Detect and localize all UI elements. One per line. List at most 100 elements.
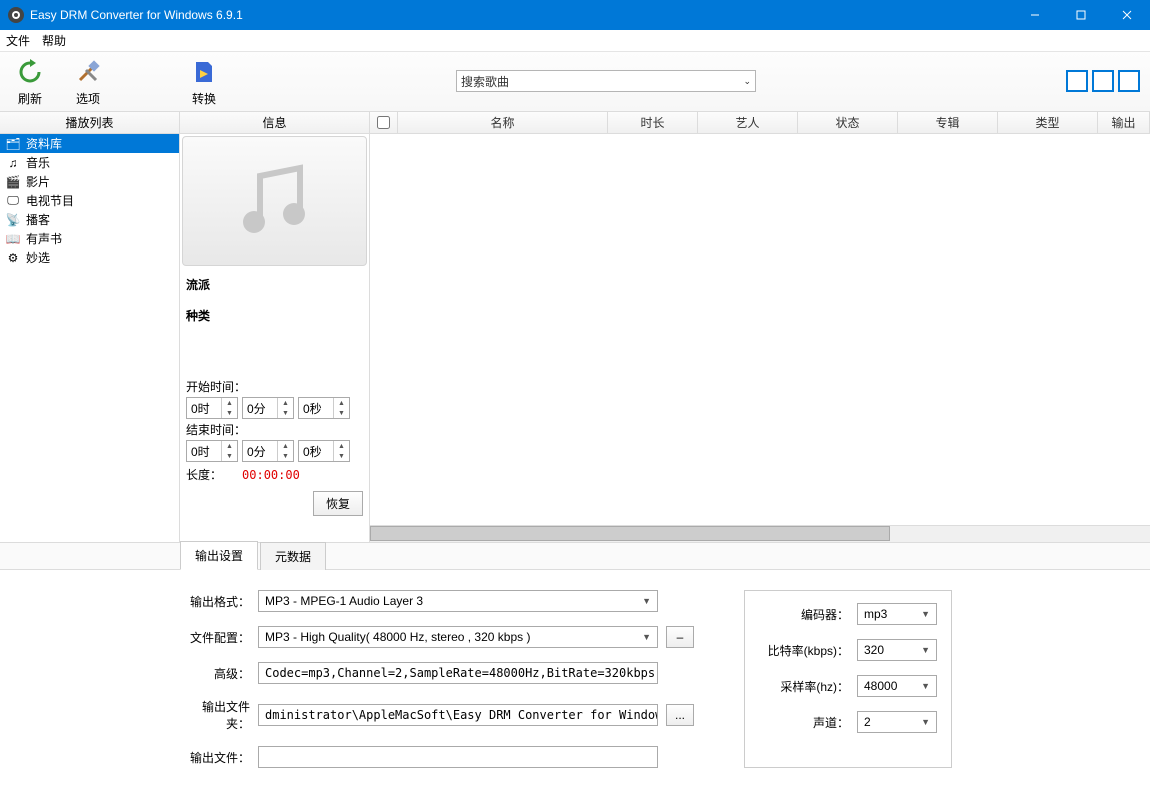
info-panel: 信息 流派 种类 开始时间： ▲▼ ▲▼ ▲▼ 结束时间： ▲▼ ▲▼ ▲▼ 长… xyxy=(180,112,370,542)
advanced-field[interactable]: Codec=mp3,Channel=2,SampleRate=48000Hz,B… xyxy=(258,662,658,684)
tab-metadata[interactable]: 元数据 xyxy=(260,542,326,570)
sidebar-item-tv[interactable]: 🖵电视节目 xyxy=(0,191,179,210)
sidebar-item-library[interactable]: 🗂资料库 xyxy=(0,134,179,153)
end-sec-spinner[interactable]: ▲▼ xyxy=(298,440,350,462)
film-icon: 🎬 xyxy=(6,175,20,189)
search-combo[interactable]: 搜索歌曲 ⌄ xyxy=(456,70,756,92)
sidebar-item-movies[interactable]: 🎬影片 xyxy=(0,172,179,191)
end-min-spinner[interactable]: ▲▼ xyxy=(242,440,294,462)
genre-label: 流派 xyxy=(186,276,363,293)
chevron-down-icon: ▼ xyxy=(642,596,651,606)
view-mode-3[interactable] xyxy=(1118,70,1140,92)
start-sec-spinner[interactable]: ▲▼ xyxy=(298,397,350,419)
start-hour-spinner[interactable]: ▲▼ xyxy=(186,397,238,419)
convert-button[interactable]: 转换 xyxy=(184,56,224,107)
maximize-button[interactable] xyxy=(1058,0,1104,30)
profile-label: 文件配置： xyxy=(180,629,250,646)
advanced-label: 高级： xyxy=(180,665,250,682)
view-mode-1[interactable] xyxy=(1066,70,1088,92)
music-icon: ♫ xyxy=(6,156,20,170)
title-bar: Easy DRM Converter for Windows 6.9.1 xyxy=(0,0,1150,30)
channels-label: 声道： xyxy=(759,714,849,731)
table-body xyxy=(370,134,1150,525)
chevron-down-icon: ⌄ xyxy=(743,76,751,87)
sidebar-item-audiobook[interactable]: 📖有声书 xyxy=(0,229,179,248)
file-table: 名称 时长 艺人 状态 专辑 类型 输出 xyxy=(370,112,1150,542)
options-label: 选项 xyxy=(76,90,100,107)
gear-icon: ⚙ xyxy=(6,251,20,265)
bitrate-label: 比特率(kbps)： xyxy=(759,642,849,659)
podcast-icon: 📡 xyxy=(6,213,20,227)
restore-button[interactable]: 恢复 xyxy=(313,491,363,516)
select-all-checkbox[interactable] xyxy=(377,116,390,129)
start-time-label: 开始时间： xyxy=(186,378,363,395)
refresh-label: 刷新 xyxy=(18,90,42,107)
col-checkbox[interactable] xyxy=(370,112,398,133)
channels-combo[interactable]: 2▼ xyxy=(857,711,937,733)
sidebar-item-podcast[interactable]: 📡播客 xyxy=(0,210,179,229)
col-duration[interactable]: 时长 xyxy=(608,112,698,133)
chevron-down-icon: ▼ xyxy=(921,681,930,691)
file-field[interactable] xyxy=(258,746,658,768)
menu-help[interactable]: 帮助 xyxy=(42,32,66,49)
app-icon xyxy=(8,7,24,23)
search-placeholder: 搜索歌曲 xyxy=(461,73,509,90)
sidebar-item-music[interactable]: ♫音乐 xyxy=(0,153,179,172)
minimize-button[interactable] xyxy=(1012,0,1058,30)
end-time-label: 结束时间： xyxy=(186,421,363,438)
library-icon: 🗂 xyxy=(6,137,20,151)
col-type[interactable]: 类型 xyxy=(998,112,1098,133)
end-hour-spinner[interactable]: ▲▼ xyxy=(186,440,238,462)
chevron-down-icon: ▼ xyxy=(921,609,930,619)
kind-label: 种类 xyxy=(186,307,363,324)
samplerate-label: 采样率(hz)： xyxy=(759,678,849,695)
tab-output-settings[interactable]: 输出设置 xyxy=(180,541,258,570)
col-status[interactable]: 状态 xyxy=(798,112,898,133)
close-button[interactable] xyxy=(1104,0,1150,30)
encoder-label: 编码器： xyxy=(759,606,849,623)
sidebar-item-genius[interactable]: ⚙妙选 xyxy=(0,248,179,267)
col-name[interactable]: 名称 xyxy=(398,112,608,133)
folder-field[interactable]: dministrator\AppleMacSoft\Easy DRM Conve… xyxy=(258,704,658,726)
samplerate-combo[interactable]: 48000▼ xyxy=(857,675,937,697)
bitrate-combo[interactable]: 320▼ xyxy=(857,639,937,661)
encoder-combo[interactable]: mp3▼ xyxy=(857,603,937,625)
folder-label: 输出文件夹： xyxy=(180,698,250,732)
length-value: 00:00:00 xyxy=(242,468,300,482)
remove-profile-button[interactable]: – xyxy=(666,626,694,648)
book-icon: 📖 xyxy=(6,232,20,246)
convert-label: 转换 xyxy=(192,90,216,107)
toolbar: 刷新 选项 转换 搜索歌曲 ⌄ xyxy=(0,52,1150,112)
settings-tabs: 输出设置 元数据 xyxy=(0,542,1150,570)
info-header: 信息 xyxy=(180,112,369,134)
convert-icon xyxy=(188,56,220,88)
view-mode-2[interactable] xyxy=(1092,70,1114,92)
col-album[interactable]: 专辑 xyxy=(898,112,998,133)
album-art xyxy=(182,136,367,266)
chevron-down-icon: ▼ xyxy=(642,632,651,642)
format-label: 输出格式： xyxy=(180,593,250,610)
menu-bar: 文件 帮助 xyxy=(0,30,1150,52)
sidebar-header: 播放列表 xyxy=(0,112,179,134)
menu-file[interactable]: 文件 xyxy=(6,32,30,49)
tv-icon: 🖵 xyxy=(6,194,20,208)
col-artist[interactable]: 艺人 xyxy=(698,112,798,133)
format-combo[interactable]: MP3 - MPEG-1 Audio Layer 3▼ xyxy=(258,590,658,612)
encoder-box: 编码器： mp3▼ 比特率(kbps)： 320▼ 采样率(hz)： 48000▼ 声… xyxy=(744,590,952,768)
chevron-down-icon: ▼ xyxy=(921,645,930,655)
browse-folder-button[interactable]: ... xyxy=(666,704,694,726)
horizontal-scrollbar[interactable] xyxy=(370,525,1150,542)
tools-icon xyxy=(72,56,104,88)
window-title: Easy DRM Converter for Windows 6.9.1 xyxy=(30,8,1012,22)
file-label: 输出文件： xyxy=(180,749,250,766)
col-output[interactable]: 输出 xyxy=(1098,112,1150,133)
table-header: 名称 时长 艺人 状态 专辑 类型 输出 xyxy=(370,112,1150,134)
output-settings-panel: 输出格式： MP3 - MPEG-1 Audio Layer 3▼ 文件配置： … xyxy=(0,570,1150,778)
sidebar: 播放列表 🗂资料库 ♫音乐 🎬影片 🖵电视节目 📡播客 📖有声书 ⚙妙选 xyxy=(0,112,180,542)
length-label: 长度： xyxy=(186,466,222,483)
profile-combo[interactable]: MP3 - High Quality( 48000 Hz, stereo , 3… xyxy=(258,626,658,648)
scrollbar-thumb[interactable] xyxy=(370,526,890,541)
start-min-spinner[interactable]: ▲▼ xyxy=(242,397,294,419)
refresh-button[interactable]: 刷新 xyxy=(10,56,50,107)
options-button[interactable]: 选项 xyxy=(68,56,108,107)
